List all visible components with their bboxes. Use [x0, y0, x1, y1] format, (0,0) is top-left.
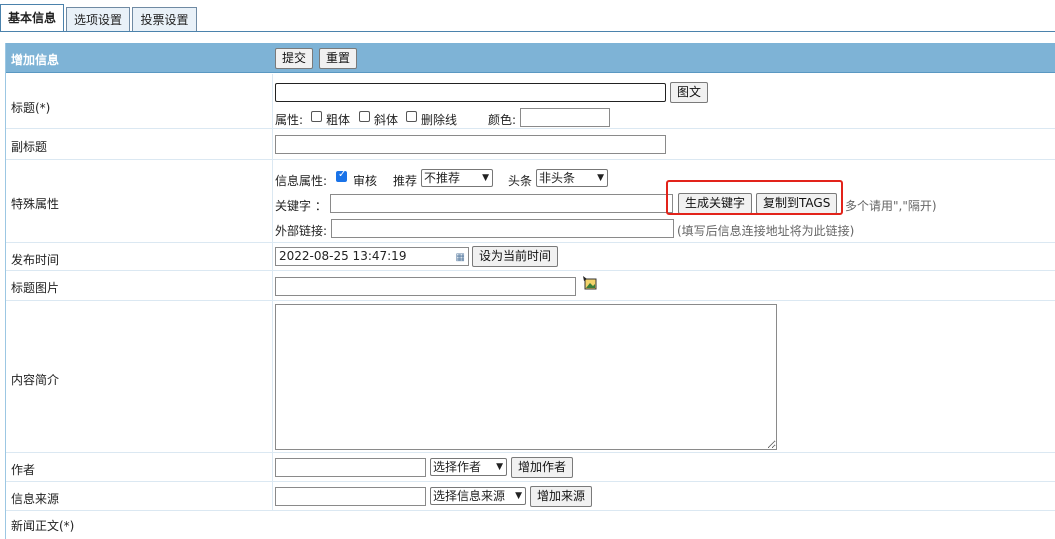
column-divider [272, 129, 273, 159]
title-row: 标题(*) 图文 属性: 粗体 斜体 删除线 颜色: [6, 74, 1055, 129]
form-title: 增加信息 [11, 53, 60, 67]
publish-time-row: 发布时间 2022-08-25 13:47:19 ▦ 设为当前时间 [6, 243, 1055, 271]
author-label: 作者 [11, 463, 36, 477]
column-divider [272, 482, 273, 510]
subtitle-input[interactable] [275, 135, 666, 154]
add-source-button[interactable]: 增加来源 [530, 486, 593, 507]
source-input[interactable] [275, 487, 426, 506]
keyword-input[interactable] [330, 194, 673, 213]
body-row: 新闻正文(*) [6, 511, 1055, 539]
column-divider [272, 243, 273, 270]
keyword-label: 关键字 ： [275, 199, 327, 213]
publish-time-label: 发布时间 [11, 253, 60, 267]
title-image-row: 标题图片 [6, 271, 1055, 301]
title-image-label: 标题图片 [11, 281, 60, 295]
tab-vote-settings[interactable]: 投票设置 [132, 7, 197, 31]
tab-basic-info[interactable]: 基本信息 [0, 4, 64, 32]
title-input[interactable] [275, 83, 666, 102]
chevron-down-icon: ▼ [482, 173, 489, 183]
italic-label: 斜体 [374, 113, 399, 127]
bold-checkbox[interactable] [311, 111, 322, 122]
author-select[interactable]: 选择作者 ▼ [430, 458, 507, 476]
tab-option-settings[interactable]: 选项设置 [66, 7, 130, 31]
external-link-label: 外部链接: [275, 224, 328, 238]
headline-select[interactable]: 非头条 ▼ [536, 169, 608, 187]
special-attr-row: 特殊属性 信息属性: 审核 推荐 不推荐 ▼ 头条 非头条 ▼ 关键字 ： 生成… [6, 160, 1055, 243]
source-label: 信息来源 [11, 492, 60, 506]
recommend-value: 不推荐 [424, 171, 461, 185]
column-divider [272, 301, 273, 452]
recommend-select[interactable]: 不推荐 ▼ [421, 169, 493, 187]
info-attr-label: 信息属性: [275, 174, 328, 188]
bold-label: 粗体 [326, 113, 351, 127]
subtitle-row: 副标题 [6, 129, 1055, 160]
headline-label: 头条 [508, 174, 533, 188]
source-select-value: 选择信息来源 [433, 489, 506, 503]
strike-checkbox[interactable] [406, 111, 417, 122]
chevron-down-icon: ▼ [496, 462, 503, 472]
column-divider [272, 160, 273, 242]
set-current-time-button[interactable]: 设为当前时间 [472, 246, 559, 267]
title-image-input[interactable] [275, 277, 576, 296]
author-select-value: 选择作者 [433, 460, 482, 474]
highlight-box [666, 180, 843, 215]
column-divider [272, 74, 273, 128]
attr-label: 属性: [275, 113, 304, 127]
chevron-down-icon: ▼ [515, 491, 522, 501]
source-row: 信息来源 选择信息来源 ▼ 增加来源 [6, 482, 1055, 511]
keyword-hint: 多个请用","隔开) [845, 199, 937, 213]
italic-checkbox[interactable] [359, 111, 370, 122]
image-text-button[interactable]: 图文 [670, 82, 709, 103]
publish-time-value: 2022-08-25 13:47:19 [279, 249, 407, 263]
form-header: 增加信息 提交 重置 [6, 43, 1055, 73]
tab-bar: 基本信息 选项设置 投票设置 [0, 0, 1055, 32]
title-label: 标题(*) [11, 101, 51, 115]
review-checkbox[interactable] [336, 169, 347, 182]
headline-value: 非头条 [539, 171, 576, 185]
summary-textarea[interactable] [275, 304, 777, 450]
column-divider [272, 453, 273, 481]
submit-button[interactable]: 提交 [275, 48, 314, 69]
column-divider [272, 271, 273, 300]
reset-button[interactable]: 重置 [319, 48, 358, 69]
color-input[interactable] [520, 108, 610, 127]
publish-time-input[interactable]: 2022-08-25 13:47:19 ▦ [275, 247, 469, 266]
recommend-label: 推荐 [393, 174, 418, 188]
chevron-down-icon: ▼ [597, 173, 604, 183]
author-row: 作者 选择作者 ▼ 增加作者 [6, 453, 1055, 482]
body-label: 新闻正文(*) [11, 519, 75, 533]
color-label: 颜色: [488, 113, 517, 127]
image-picker-icon[interactable] [583, 276, 597, 290]
source-select[interactable]: 选择信息来源 ▼ [430, 487, 526, 505]
calendar-icon[interactable]: ▦ [456, 249, 465, 266]
strike-label: 删除线 [421, 113, 458, 127]
subtitle-label: 副标题 [11, 140, 48, 154]
add-author-button[interactable]: 增加作者 [511, 457, 574, 478]
review-label: 审核 [353, 174, 378, 188]
author-input[interactable] [275, 458, 426, 477]
external-link-hint: (填写后信息连接地址将为此链接) [677, 224, 855, 238]
summary-label: 内容简介 [11, 373, 60, 387]
summary-row: 内容简介 [6, 301, 1055, 453]
external-link-input[interactable] [331, 219, 674, 238]
info-form: 增加信息 提交 重置 标题(*) 图文 属性: 粗体 斜体 删除线 颜色: 副标… [5, 43, 1055, 539]
special-attr-label: 特殊属性 [11, 197, 60, 211]
tab-divider [0, 31, 1055, 32]
